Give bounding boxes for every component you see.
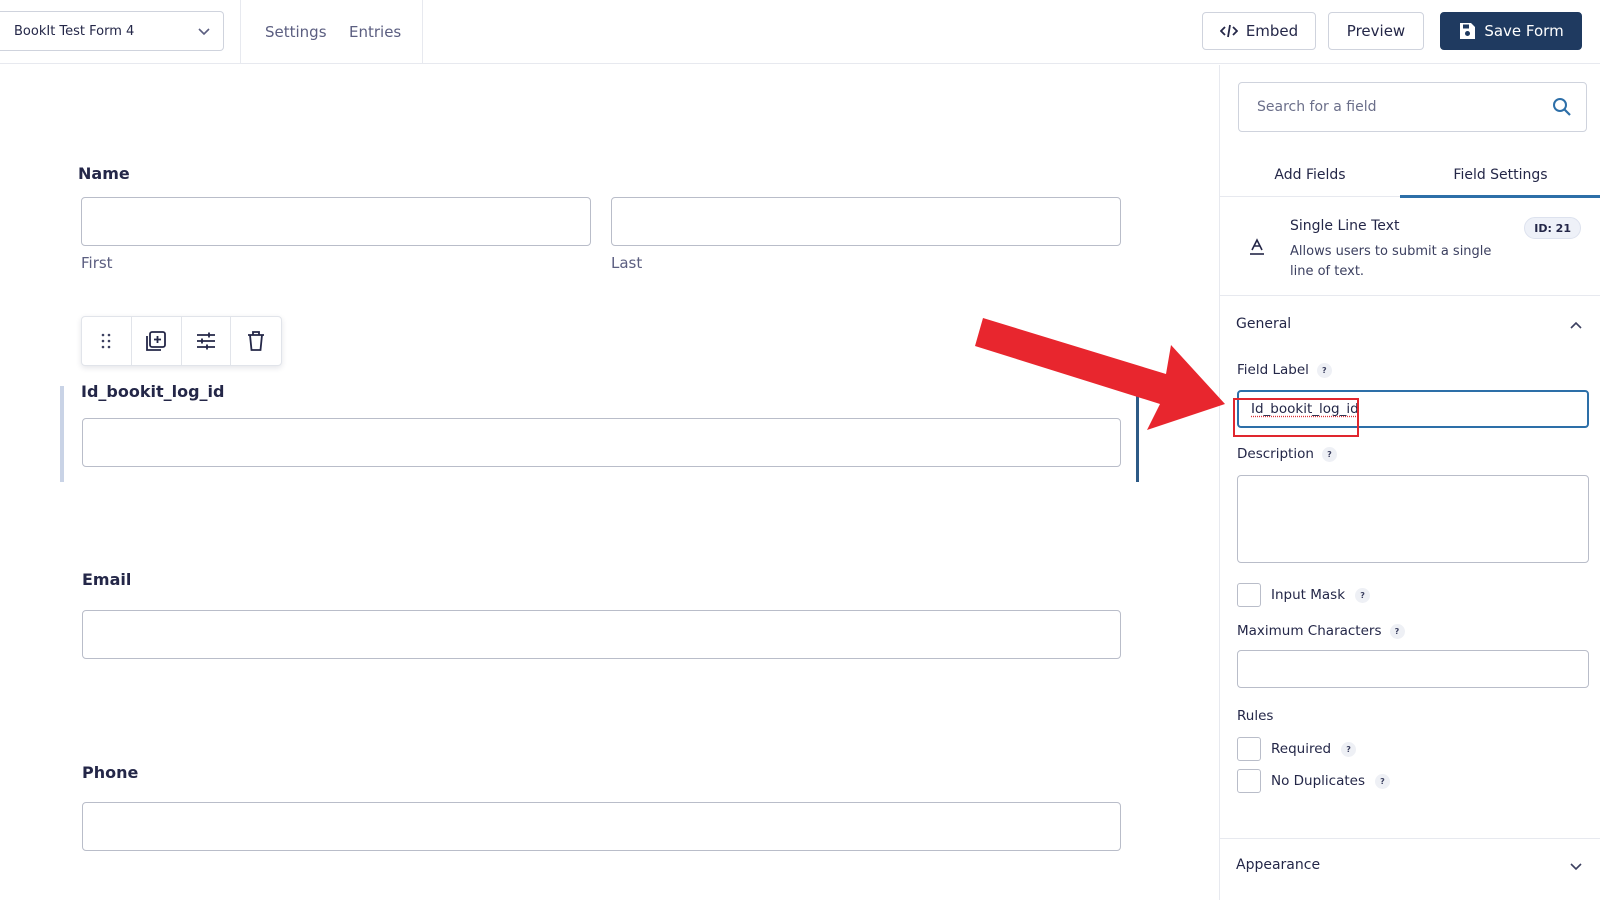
email-field-label: Email xyxy=(82,570,131,589)
text-field-icon xyxy=(1248,238,1266,256)
form-selector-label: BookIt Test Form 4 xyxy=(14,24,134,39)
help-icon[interactable]: ? xyxy=(1322,447,1337,462)
code-icon xyxy=(1220,24,1238,38)
description-setting-label: Description ? xyxy=(1237,446,1337,462)
input-mask-option: Input Mask ? xyxy=(1237,583,1370,607)
no-duplicates-checkbox[interactable] xyxy=(1237,769,1261,793)
duplicate-icon xyxy=(144,329,168,353)
description-textarea[interactable] xyxy=(1237,475,1589,563)
save-icon xyxy=(1458,22,1476,40)
name-first-input[interactable] xyxy=(81,197,591,246)
settings-sidebar: Add Fields Field Settings Single Line Te… xyxy=(1219,65,1600,900)
highlight-box xyxy=(1233,398,1359,437)
divider xyxy=(422,0,423,64)
tab-add-fields-label: Add Fields xyxy=(1274,167,1345,183)
chevron-down-icon xyxy=(197,24,211,38)
tab-field-settings[interactable]: Field Settings xyxy=(1400,153,1600,197)
tab-field-settings-label: Field Settings xyxy=(1453,167,1547,183)
field-search[interactable] xyxy=(1238,82,1587,132)
top-bar: BookIt Test Form 4 Settings Entries Embe… xyxy=(0,0,1600,64)
field-search-input[interactable] xyxy=(1257,99,1537,115)
phone-field-label: Phone xyxy=(82,763,138,782)
preview-label: Preview xyxy=(1347,22,1405,40)
selected-field-label: Id_bookit_log_id xyxy=(81,382,224,401)
required-option: Required ? xyxy=(1237,737,1356,761)
selection-indicator-right xyxy=(1136,392,1139,482)
help-icon[interactable]: ? xyxy=(1375,774,1390,789)
selection-indicator-left xyxy=(60,386,64,482)
field-label-setting-label: Field Label ? xyxy=(1237,362,1332,378)
name-first-sublabel: First xyxy=(81,254,113,272)
embed-button[interactable]: Embed xyxy=(1202,12,1316,50)
chevron-up-icon xyxy=(1569,318,1583,332)
rules-label-text: Rules xyxy=(1237,708,1273,724)
input-mask-label: Input Mask xyxy=(1271,587,1345,603)
drag-handle-button[interactable] xyxy=(82,317,132,365)
required-label: Required xyxy=(1271,741,1331,757)
save-form-label: Save Form xyxy=(1484,22,1563,40)
selected-field-input[interactable] xyxy=(82,418,1121,467)
help-icon[interactable]: ? xyxy=(1341,742,1356,757)
no-duplicates-option: No Duplicates ? xyxy=(1237,769,1390,793)
field-type-description: Allows users to submit a single line of … xyxy=(1290,242,1510,282)
nav-entries[interactable]: Entries xyxy=(349,0,401,64)
name-field-label: Name xyxy=(78,164,130,183)
settings-sliders-icon xyxy=(195,331,217,351)
appearance-section-title: Appearance xyxy=(1236,857,1320,873)
nav-settings-label: Settings xyxy=(265,23,327,41)
description-setting-text: Description xyxy=(1237,446,1314,462)
form-canvas: Name First Last Id_bookit_log_id Email P… xyxy=(0,65,1219,900)
trash-icon xyxy=(246,330,266,352)
field-toolbar xyxy=(81,316,282,366)
nav-settings[interactable]: Settings xyxy=(265,0,327,64)
max-chars-setting-text: Maximum Characters xyxy=(1237,623,1382,639)
preview-button[interactable]: Preview xyxy=(1328,12,1424,50)
chevron-down-icon xyxy=(1569,859,1583,873)
tab-add-fields[interactable]: Add Fields xyxy=(1220,153,1400,197)
divider xyxy=(240,0,241,64)
help-icon[interactable]: ? xyxy=(1317,363,1332,378)
duplicate-button[interactable] xyxy=(132,317,182,365)
name-last-input[interactable] xyxy=(611,197,1121,246)
nav-entries-label: Entries xyxy=(349,23,401,41)
embed-label: Embed xyxy=(1246,22,1298,40)
sidebar-tabs: Add Fields Field Settings xyxy=(1220,153,1600,197)
field-type-title: Single Line Text xyxy=(1290,218,1399,234)
no-duplicates-label: No Duplicates xyxy=(1271,773,1365,789)
drag-handle-icon xyxy=(100,332,112,350)
field-id-badge: ID: 21 xyxy=(1524,217,1581,239)
rules-label: Rules xyxy=(1237,708,1273,724)
search-icon[interactable] xyxy=(1552,97,1572,117)
general-section-header[interactable]: General xyxy=(1220,298,1600,350)
appearance-section: Appearance xyxy=(1220,838,1600,891)
max-chars-input[interactable] xyxy=(1237,650,1589,688)
field-info-card: Single Line Text Allows users to submit … xyxy=(1220,198,1600,296)
input-mask-checkbox[interactable] xyxy=(1237,583,1261,607)
required-checkbox[interactable] xyxy=(1237,737,1261,761)
general-section-title: General xyxy=(1236,316,1291,332)
name-last-sublabel: Last xyxy=(611,254,642,272)
help-icon[interactable]: ? xyxy=(1355,588,1370,603)
field-settings-button[interactable] xyxy=(182,317,232,365)
field-label-setting-text: Field Label xyxy=(1237,362,1309,378)
help-icon[interactable]: ? xyxy=(1390,624,1405,639)
email-input[interactable] xyxy=(82,610,1121,659)
save-form-button[interactable]: Save Form xyxy=(1440,12,1582,50)
form-selector[interactable]: BookIt Test Form 4 xyxy=(0,11,224,51)
delete-field-button[interactable] xyxy=(231,317,281,365)
phone-input[interactable] xyxy=(82,802,1121,851)
max-chars-setting-label: Maximum Characters ? xyxy=(1237,623,1405,639)
appearance-section-header[interactable]: Appearance xyxy=(1220,839,1600,891)
